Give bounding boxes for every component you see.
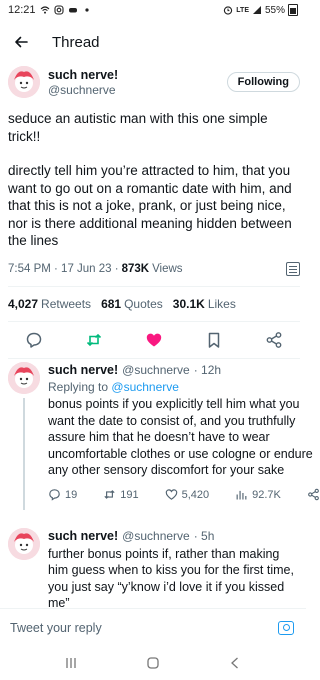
status-bar: 12:21 LTE 55% bbox=[0, 0, 306, 20]
tweet-timestamp[interactable]: 7:54 PM · 17 Jun 23 · bbox=[8, 263, 119, 275]
reply-icon bbox=[49, 489, 60, 501]
back-nav-icon[interactable] bbox=[225, 653, 245, 673]
dot-icon bbox=[82, 5, 92, 15]
author-handle[interactable]: @suchnerve bbox=[48, 83, 118, 97]
reply-display-name[interactable]: such nerve! bbox=[48, 362, 118, 379]
reply-input[interactable]: Tweet your reply bbox=[10, 621, 102, 635]
system-nav-bar bbox=[0, 646, 306, 680]
camera-icon[interactable] bbox=[278, 620, 294, 635]
alarm-icon bbox=[223, 5, 233, 15]
divider bbox=[8, 357, 300, 359]
reply-handle[interactable]: @suchnerve bbox=[122, 362, 190, 379]
author-display-name[interactable]: such nerve! bbox=[48, 68, 118, 82]
retweet-count[interactable]: 191 bbox=[103, 487, 139, 504]
thread-header: Thread bbox=[0, 24, 306, 60]
retweet-icon[interactable] bbox=[84, 330, 104, 350]
reply-handle[interactable]: @suchnerve bbox=[122, 528, 190, 545]
tweet-paragraph: directly tell him you’re attracted to hi… bbox=[8, 163, 292, 248]
battery-icon bbox=[288, 4, 298, 16]
main-tweet: such nerve! @suchnerve Following seduce … bbox=[8, 66, 300, 359]
reply-actions: 19 191 5,420 92.7K bbox=[48, 487, 320, 504]
home-icon[interactable] bbox=[143, 653, 163, 673]
game-icon bbox=[68, 5, 78, 15]
likes-stat[interactable]: 30.1K Likes bbox=[173, 297, 236, 311]
tweet-text: seduce an autistic man with this one sim… bbox=[8, 110, 300, 250]
reply-tweet[interactable]: such nerve! @suchnerve · 12h Replying to… bbox=[8, 362, 319, 503]
avatar[interactable] bbox=[8, 362, 40, 394]
tweet-meta: 7:54 PM · 17 Jun 23 · 873K Views bbox=[8, 261, 300, 276]
analytics-icon[interactable] bbox=[286, 261, 300, 276]
tweet-actions bbox=[8, 322, 300, 358]
tweet-stats: 4,027 Retweets 681 Quotes 30.1K Likes bbox=[8, 287, 300, 321]
quotes-stat[interactable]: 681 Quotes bbox=[101, 297, 163, 311]
network-label: LTE bbox=[236, 6, 249, 14]
avatar[interactable] bbox=[8, 66, 40, 98]
like-icon[interactable] bbox=[144, 330, 164, 350]
page-title: Thread bbox=[52, 33, 100, 51]
tweet-paragraph: seduce an autistic man with this one sim… bbox=[8, 111, 268, 144]
mention-link[interactable]: @suchnerve bbox=[111, 380, 179, 394]
share-icon[interactable] bbox=[264, 330, 284, 350]
retweet-icon bbox=[104, 490, 115, 500]
replying-to: Replying to @suchnerve bbox=[48, 379, 179, 394]
status-time: 12:21 bbox=[8, 4, 36, 16]
bookmark-icon[interactable] bbox=[204, 330, 224, 350]
reply-time: · 5h bbox=[193, 529, 215, 543]
reply-text: further bonus points if, rather than mak… bbox=[48, 546, 294, 611]
reply-time: · 12h bbox=[193, 363, 222, 377]
views-count[interactable]: 92.7K bbox=[235, 487, 281, 504]
reply-tweet[interactable]: such nerve! @suchnerve · 5h further bonu… bbox=[8, 528, 300, 612]
retweets-stat[interactable]: 4,027 Retweets bbox=[8, 297, 91, 311]
arrow-left-icon[interactable] bbox=[6, 27, 36, 57]
views-count: 873K bbox=[121, 262, 150, 275]
following-button[interactable]: Following bbox=[226, 72, 300, 92]
avatar[interactable] bbox=[8, 528, 40, 560]
battery-percent: 55% bbox=[264, 4, 285, 16]
reply-icon[interactable] bbox=[24, 330, 44, 350]
like-count[interactable]: 5,420 bbox=[165, 487, 209, 504]
views-icon bbox=[236, 491, 247, 500]
reply-composer[interactable]: Tweet your reply bbox=[0, 608, 306, 646]
share-icon[interactable] bbox=[307, 488, 320, 501]
reply-text: bonus points if you explicitly tell him … bbox=[48, 397, 313, 477]
reply-count[interactable]: 19 bbox=[48, 487, 77, 504]
signal-icon bbox=[252, 5, 262, 15]
views-label: Views bbox=[152, 262, 183, 275]
like-icon bbox=[165, 489, 177, 501]
recent-apps-icon[interactable] bbox=[61, 653, 81, 673]
wifi-icon bbox=[40, 5, 50, 15]
instagram-icon bbox=[53, 5, 64, 15]
reply-display-name[interactable]: such nerve! bbox=[48, 528, 118, 545]
